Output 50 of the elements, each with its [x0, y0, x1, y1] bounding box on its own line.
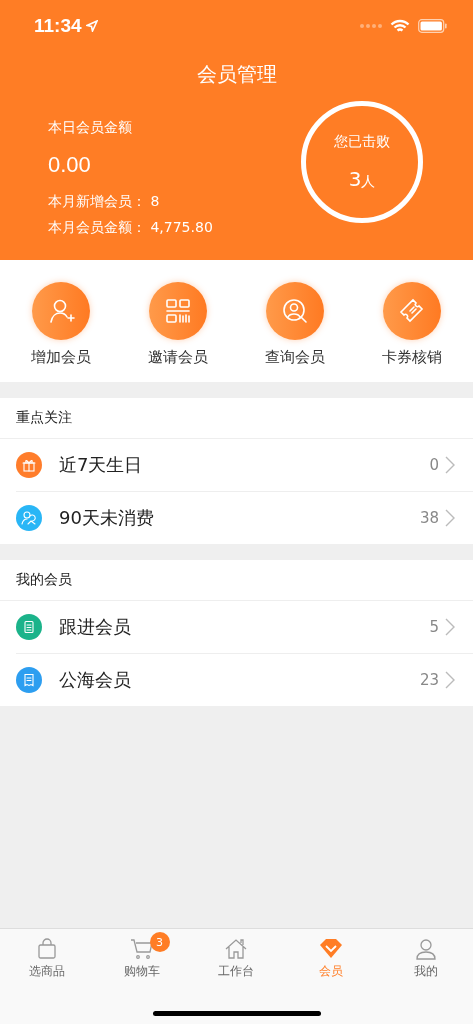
note-icon [22, 620, 36, 634]
signal-icon [360, 24, 382, 28]
ranking-value: 3人 [348, 167, 376, 191]
people-icon [21, 510, 37, 526]
tab[interactable]: 工作台 [189, 929, 284, 980]
chevron-right-icon [445, 671, 455, 689]
badge: 3 [149, 932, 170, 952]
list-row[interactable]: 近7天生日 0 [16, 439, 473, 492]
month-member-amount: 本月会员金额： 4,775.80 [48, 219, 213, 237]
row-label: 近7天生日 [59, 453, 144, 477]
person-search-icon [281, 297, 310, 325]
status-time: 11:34 [34, 15, 98, 37]
ranking-label: 您已击败 [334, 133, 390, 151]
row-label: 90天未消费 [59, 506, 155, 530]
action-button[interactable]: 增加会员 [2, 260, 120, 382]
bag-icon [36, 938, 59, 960]
row-count: 38 [419, 509, 439, 527]
chevron-right-icon [445, 456, 455, 474]
row-count: 5 [429, 618, 439, 636]
gift-icon [22, 458, 36, 472]
receipt-icon [22, 673, 36, 687]
tab[interactable]: 选商品 [0, 929, 95, 980]
person-icon [414, 938, 437, 960]
list-row[interactable]: 公海会员 23 [16, 654, 473, 706]
action-button[interactable]: 查询会员 [236, 260, 354, 382]
row-label: 公海会员 [59, 668, 132, 692]
section-title: 重点关注 [0, 398, 473, 439]
month-new-members: 本月新增会员： 8 [48, 193, 161, 211]
row-count: 0 [429, 456, 439, 474]
chevron-right-icon [445, 509, 455, 527]
row-label: 跟进会员 [59, 615, 132, 639]
home-icon [224, 938, 249, 960]
tab[interactable]: 我的 [378, 929, 473, 980]
wifi-icon [390, 18, 410, 34]
list-row[interactable]: 跟进会员 5 [16, 601, 473, 654]
section-title: 我的会员 [0, 560, 473, 601]
today-amount-value: 0.00 [48, 152, 92, 178]
battery-icon [418, 19, 447, 33]
cart-icon [129, 938, 154, 960]
page-title: 会员管理 [195, 61, 278, 88]
list-row[interactable]: 90天未消费 38 [16, 492, 473, 544]
qr-code-icon [163, 297, 192, 325]
action-button[interactable]: 邀请会员 [119, 260, 237, 382]
tab[interactable]: 购物车 3 [94, 929, 190, 980]
action-button[interactable]: 卡券核销 [353, 260, 471, 382]
today-amount-label: 本日会员金额 [48, 119, 133, 137]
row-count: 23 [419, 671, 439, 689]
chevron-right-icon [445, 618, 455, 636]
location-arrow-icon [85, 20, 98, 32]
diamond-icon [319, 938, 344, 960]
